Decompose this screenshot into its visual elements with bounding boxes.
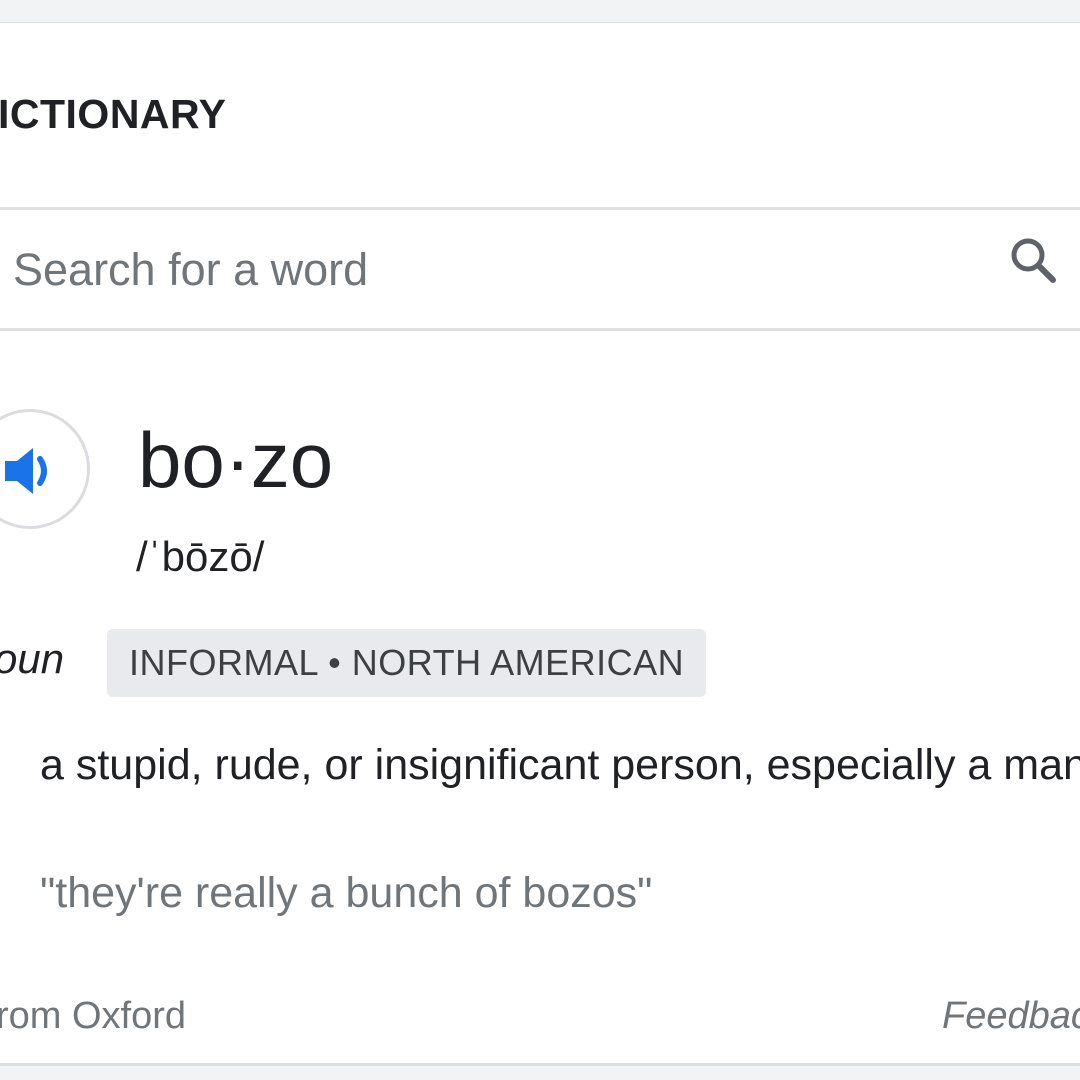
part-of-speech: oun — [0, 635, 65, 682]
definition-text: a stupid, rude, or insignificant person,… — [40, 741, 1080, 789]
search-box — [0, 207, 1080, 331]
feedback-link[interactable]: Feedbac — [942, 995, 1080, 1038]
headword: bo·zo — [138, 416, 334, 504]
pronunciation-audio-button[interactable] — [0, 409, 90, 529]
phonetic-spelling: /ˈbōzō/ — [136, 533, 265, 580]
card-title: ICTIONARY — [0, 91, 227, 137]
example-sentence: "they're really a bunch of bozos" — [40, 869, 653, 917]
search-input[interactable] — [13, 230, 973, 310]
search-icon[interactable] — [1007, 234, 1059, 286]
source-attribution: rom Oxford — [0, 995, 187, 1037]
usage-label-chip: INFORMAL • NORTH AMERICAN — [107, 629, 707, 697]
dictionary-card: ICTIONARY bo·zo /ˈbōzō/ oun INFORMAL • N… — [0, 22, 1080, 1066]
speaker-icon — [5, 448, 47, 494]
